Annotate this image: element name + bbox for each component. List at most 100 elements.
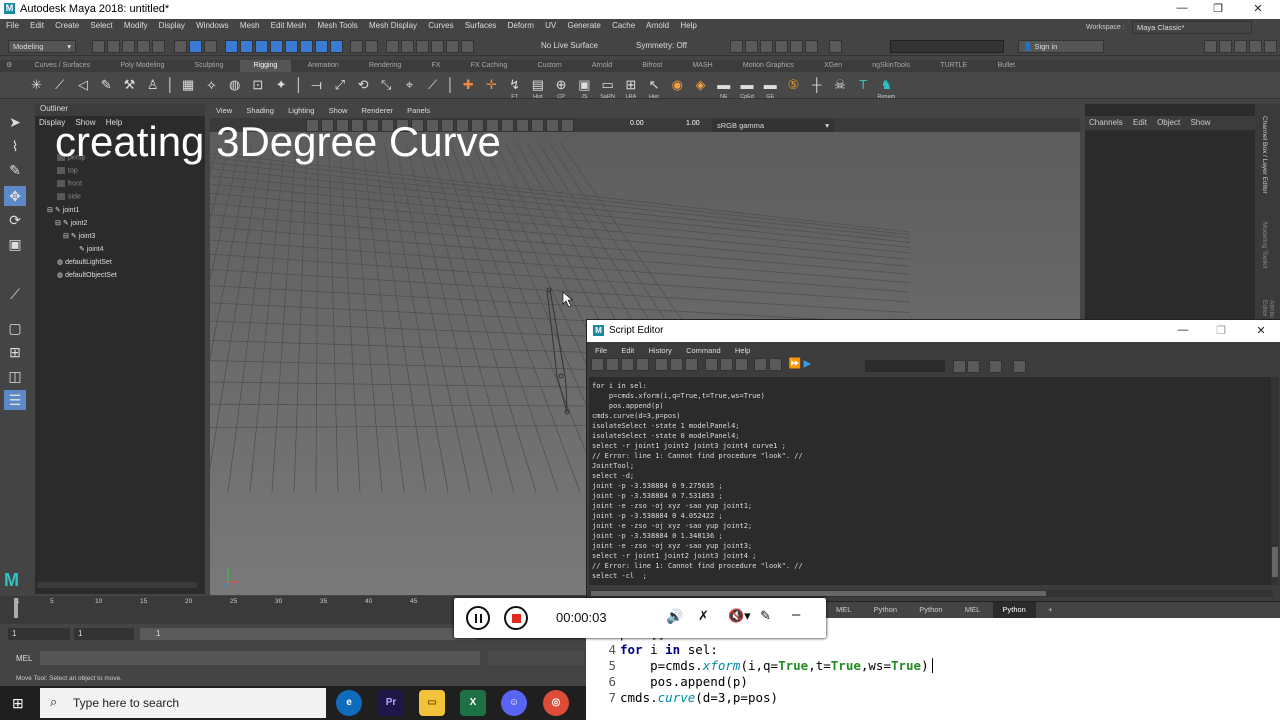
clear-all-icon[interactable]	[734, 358, 748, 371]
menu-cache[interactable]: Cache	[612, 21, 635, 30]
outliner-item[interactable]: ◍ defaultLightSet	[57, 258, 112, 271]
outliner-item[interactable]: front	[57, 180, 82, 193]
mode-dropdown[interactable]: Modeling ▾	[8, 40, 76, 53]
ne-icon[interactable]: ▬ NE	[714, 75, 733, 100]
clear-history-icon[interactable]	[704, 358, 718, 371]
live-surface-label[interactable]: No Live Surface	[541, 41, 598, 50]
menu-create[interactable]: Create	[55, 21, 79, 30]
scale-tool-icon[interactable]: ▣	[4, 234, 26, 254]
open-scene-icon[interactable]	[107, 40, 120, 53]
history-icon[interactable]	[386, 40, 400, 53]
joint-tool-icon[interactable]: ✳	[27, 75, 46, 95]
menu-uv[interactable]: UV	[545, 21, 556, 30]
save-script-icon[interactable]	[621, 358, 634, 371]
skull-icon[interactable]: ☠	[830, 75, 849, 95]
shelf-tab-rigging[interactable]: Rigging	[239, 60, 292, 72]
constraint-parent-icon[interactable]: ⟞	[307, 75, 326, 95]
outliner-item[interactable]: ⊟ ✎ joint2	[55, 219, 87, 232]
ik-spline-icon[interactable]: ◁	[73, 75, 92, 95]
safe-action-icon[interactable]	[546, 119, 559, 132]
open-script-icon[interactable]	[591, 358, 604, 371]
show-input-icon[interactable]	[769, 358, 783, 371]
snap-center-icon[interactable]	[300, 40, 314, 53]
clear-input-icon[interactable]	[719, 358, 733, 371]
script-editor-maximize-button[interactable]: ❐	[1211, 324, 1231, 338]
modeling-toolkit-icon[interactable]	[775, 40, 788, 53]
show-history-icon[interactable]	[754, 358, 768, 371]
select-hierarchy-icon[interactable]	[173, 40, 187, 53]
outliner-toggle-icon[interactable]	[1204, 40, 1217, 53]
history-vscroll-thumb[interactable]	[1272, 547, 1278, 577]
shelf-tab-curves-surfaces[interactable]: Curves / Surfaces	[21, 60, 105, 72]
mel-input[interactable]	[40, 651, 480, 665]
shelf-tab-fx[interactable]: FX	[418, 60, 455, 72]
menu-deform[interactable]: Deform	[508, 21, 534, 30]
humanik-icon[interactable]: ♙	[143, 75, 162, 95]
cped-icon[interactable]: ▬ CpEd	[738, 75, 757, 100]
audio-muted-icon[interactable]: 🔇▾	[728, 608, 751, 624]
speaker-icon[interactable]: 🔊	[666, 608, 683, 625]
premiere-icon[interactable]: Pr	[378, 690, 404, 716]
magnet-icon[interactable]	[364, 40, 378, 53]
shelf-tab-custom[interactable]: Custom	[524, 60, 576, 72]
shelf-tab-rendering[interactable]: Rendering	[355, 60, 415, 72]
channel-box-toggle-icon[interactable]	[730, 40, 743, 53]
echo-commands-icon[interactable]	[655, 358, 669, 371]
se-menu-edit[interactable]: Edit	[621, 346, 634, 355]
pen-icon[interactable]: ✎	[760, 608, 771, 624]
history-hscroll-thumb[interactable]	[591, 591, 1046, 596]
move-tool-icon[interactable]: ✥	[4, 186, 26, 206]
shelf-tab-sculpting[interactable]: Sculpting	[181, 60, 238, 72]
outliner-item[interactable]: top	[57, 167, 78, 180]
viewport-menu-show[interactable]: Show	[329, 106, 348, 115]
symmetry-dropdown[interactable]: Symmetry: Off	[636, 41, 687, 50]
mic-muted-icon[interactable]: ✗	[698, 608, 709, 624]
history-filter-icon[interactable]	[685, 358, 699, 371]
outliner-item[interactable]: ⊟ ✎ joint3	[63, 232, 95, 245]
menu-edit[interactable]: Edit	[30, 21, 44, 30]
input-tab-python[interactable]: Python	[864, 602, 907, 618]
shelf-tab-bullet[interactable]: Bullet	[984, 60, 1030, 72]
menu-surfaces[interactable]: Surfaces	[465, 21, 497, 30]
close-button[interactable]: ✕	[1248, 2, 1268, 16]
se-menu-help[interactable]: Help	[735, 346, 750, 355]
side-tab-modeling-toolkit[interactable]: Modeling Toolkit	[1261, 222, 1268, 269]
show-line-numbers-icon[interactable]	[670, 358, 684, 371]
js-icon[interactable]: ▣ JS	[575, 75, 594, 100]
outliner-layout-icon[interactable]: ☰	[4, 390, 26, 410]
script-history[interactable]: for i in sel: p=cmds.xform(i,q=True,t=Tr…	[589, 377, 1273, 585]
shelf-settings-icon[interactable]: ⚙	[0, 60, 18, 72]
outliner-item[interactable]: ◍ defaultObjectSet	[57, 271, 117, 284]
gate-mask-icon[interactable]	[516, 119, 529, 132]
render-settings-icon[interactable]	[431, 40, 445, 53]
safe-title-icon[interactable]	[561, 119, 574, 132]
snap-surface-icon[interactable]	[270, 40, 284, 53]
shelf-tab-fx-caching[interactable]: FX Caching	[457, 60, 522, 72]
lattice-icon[interactable]: ▦	[179, 75, 198, 95]
wrap-icon[interactable]: ⊡	[248, 75, 267, 95]
gamma-value[interactable]: 1.00	[686, 120, 700, 127]
save-to-shelf-icon[interactable]	[636, 358, 649, 371]
viewport-menu-view[interactable]: View	[216, 106, 232, 115]
last-tool-icon[interactable]: ⟋	[4, 284, 26, 304]
input-tab-mel[interactable]: MEL	[826, 602, 861, 618]
history-vscrollbar[interactable]	[1271, 377, 1279, 585]
range-start-field[interactable]: 1	[74, 628, 134, 640]
select-component-icon[interactable]	[203, 40, 217, 53]
script-editor-close-button[interactable]: ✕	[1251, 324, 1271, 338]
resolution-gate-icon[interactable]	[501, 119, 514, 132]
ik-handle-icon[interactable]: ⟋	[50, 75, 69, 95]
hier-icon[interactable]: ↖ Hier	[645, 75, 664, 100]
lasso-tool-icon[interactable]: ⌇	[4, 136, 26, 156]
render-icon[interactable]	[401, 40, 415, 53]
mel-label[interactable]: MEL	[16, 654, 32, 663]
character-controls-icon[interactable]	[790, 40, 803, 53]
outliner-item[interactable]: ⊟ ✎ joint1	[47, 206, 79, 219]
menu-modify[interactable]: Modify	[124, 21, 148, 30]
save-scene-icon[interactable]	[122, 40, 135, 53]
hypershade-icon[interactable]	[446, 40, 460, 53]
menu-mesh[interactable]: Mesh	[240, 21, 260, 30]
reset-transform-icon[interactable]: ✛	[482, 75, 501, 95]
menu-edit-mesh[interactable]: Edit Mesh	[271, 21, 307, 30]
t-tool-icon[interactable]: T	[854, 75, 873, 95]
